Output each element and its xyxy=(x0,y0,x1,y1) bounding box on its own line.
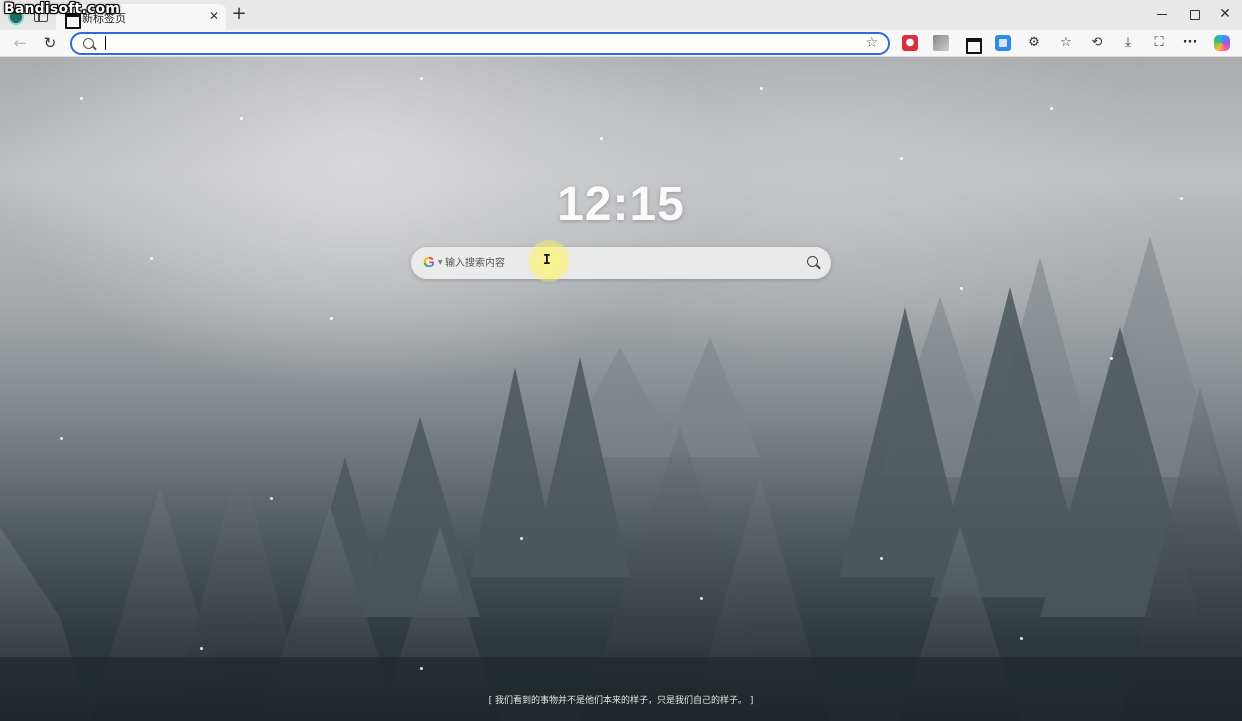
snowflake xyxy=(270,497,273,500)
snowflake xyxy=(420,667,423,670)
snowflake xyxy=(1020,637,1023,640)
address-bar[interactable]: ☆ xyxy=(70,32,890,55)
tab-close-icon[interactable]: ✕ xyxy=(209,9,219,23)
text-caret xyxy=(105,36,106,50)
title-bar: 新标签页 ✕ + ✕ xyxy=(0,0,1242,30)
snowflake xyxy=(1050,107,1053,110)
add-favorite-icon[interactable]: ☆ xyxy=(865,35,878,52)
browser-toolbar: ← ↻ ☆ ● ⚙ ☆ ⟲ ⤓ ⛶ ··· xyxy=(0,30,1242,57)
snowflake xyxy=(900,157,903,160)
favorites-icon[interactable]: ☆ xyxy=(1058,35,1074,51)
more-menu-icon[interactable]: ··· xyxy=(1182,35,1198,51)
snowflake xyxy=(200,647,203,650)
new-tab-button[interactable]: + xyxy=(231,5,247,23)
snowflake xyxy=(520,537,523,540)
extensions-puzzle-icon[interactable]: ⚙ xyxy=(1026,35,1042,51)
chevron-down-icon[interactable]: ▼ xyxy=(438,256,443,270)
snowflake xyxy=(960,287,963,290)
address-input[interactable] xyxy=(102,34,852,53)
ext-blue-icon[interactable] xyxy=(995,35,1011,51)
close-window-button[interactable]: ✕ xyxy=(1218,6,1232,22)
search-icon xyxy=(83,38,94,49)
snowflake xyxy=(150,257,153,260)
ext-image-icon[interactable] xyxy=(933,35,949,51)
ext-red-icon[interactable]: ● xyxy=(902,35,918,51)
snowflake xyxy=(80,97,83,100)
text-cursor-icon: I xyxy=(543,253,551,268)
snowflake xyxy=(240,117,243,120)
new-tab-page: 12:15 G ▼ I [ 我们看到的事物并不是他们本来的样子，只是我们自己的样… xyxy=(0,57,1242,721)
copilot-icon[interactable] xyxy=(1214,35,1230,51)
maximize-button[interactable] xyxy=(1187,6,1201,22)
minimize-button[interactable] xyxy=(1155,6,1169,22)
google-icon[interactable]: G xyxy=(421,255,437,271)
clock: 12:15 xyxy=(557,178,685,231)
downloads-icon[interactable]: ⤓ xyxy=(1120,35,1136,51)
back-button[interactable]: ← xyxy=(11,34,29,52)
snowflake xyxy=(420,77,423,80)
recorder-watermark: Bandisoft.com xyxy=(4,1,121,17)
snowflake xyxy=(60,437,63,440)
screenshot-icon[interactable]: ⛶ xyxy=(1151,35,1167,51)
snowflake xyxy=(880,557,883,560)
snowflake xyxy=(330,317,333,320)
forest-background-image xyxy=(0,237,1242,721)
history-icon[interactable]: ⟲ xyxy=(1089,35,1105,51)
page-search-input[interactable] xyxy=(445,254,795,272)
search-icon[interactable] xyxy=(807,256,821,270)
snowflake xyxy=(600,137,603,140)
refresh-button[interactable]: ↻ xyxy=(41,34,59,52)
quote-text: [ 我们看到的事物并不是他们本来的样子，只是我们自己的样子。 ] xyxy=(488,696,754,706)
page-search-box[interactable]: G ▼ xyxy=(411,247,831,279)
snowflake xyxy=(700,597,703,600)
ext-new-tab-icon[interactable] xyxy=(964,35,982,54)
snowflake xyxy=(760,87,763,90)
snowflake xyxy=(1110,357,1113,360)
